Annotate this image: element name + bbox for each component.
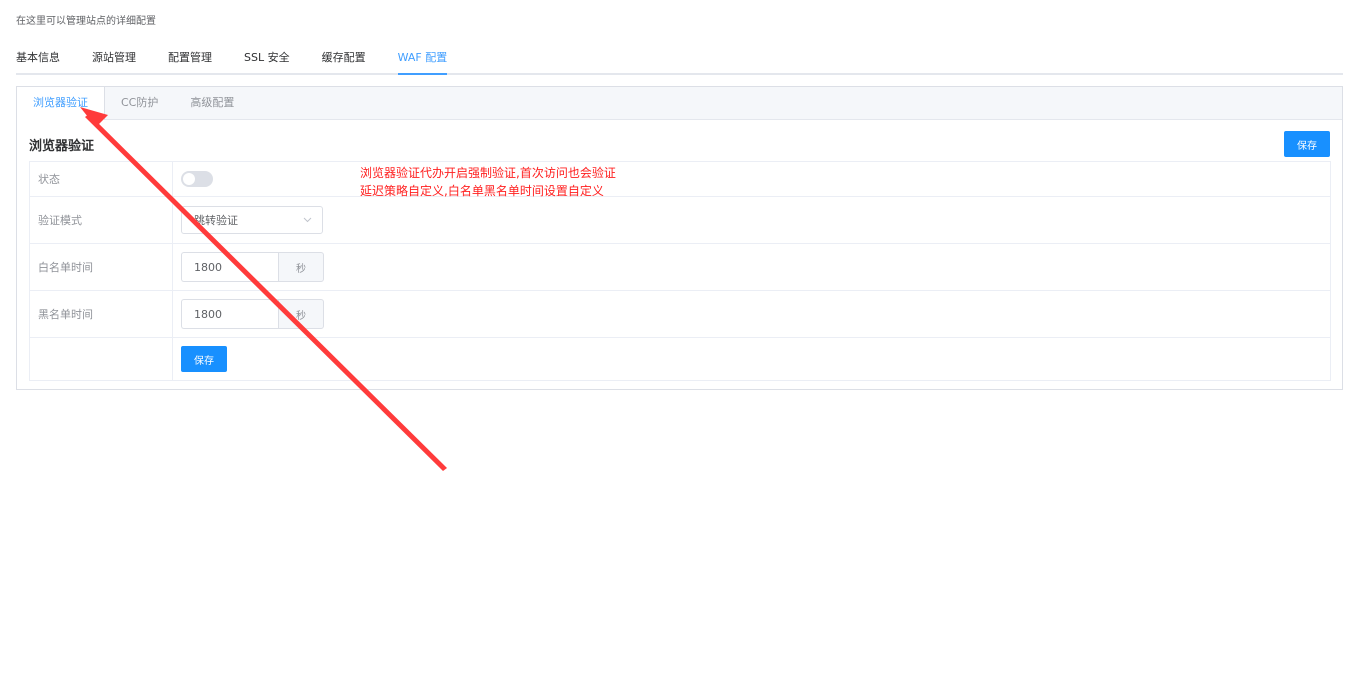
toggle-knob bbox=[183, 173, 195, 185]
form-row-blacklist: 黑名单时间 秒 bbox=[30, 291, 1330, 338]
form-row-mode: 验证模式 跳转验证 bbox=[30, 197, 1330, 244]
whitelist-time-input[interactable] bbox=[181, 252, 278, 282]
mode-select-value: 跳转验证 bbox=[194, 214, 238, 227]
page-subtitle: 在这里可以管理站点的详细配置 bbox=[16, 16, 156, 27]
tab-basic-info[interactable]: 基本信息 bbox=[16, 44, 60, 73]
mode-label: 验证模式 bbox=[30, 197, 173, 243]
blacklist-label: 黑名单时间 bbox=[30, 291, 173, 337]
mode-select[interactable]: 跳转验证 bbox=[181, 206, 323, 234]
whitelist-label: 白名单时间 bbox=[30, 244, 173, 290]
form-row-submit: 保存 bbox=[30, 338, 1330, 380]
sub-tab-advanced[interactable]: 高级配置 bbox=[174, 87, 250, 120]
config-tabs: 基本信息 源站管理 配置管理 SSL 安全 缓存配置 WAF 配置 bbox=[16, 44, 1343, 75]
status-label: 状态 bbox=[30, 162, 173, 196]
chevron-down-icon bbox=[303, 215, 312, 226]
empty-label bbox=[30, 338, 173, 380]
sub-tab-cc-protect[interactable]: CC防护 bbox=[105, 87, 174, 120]
blacklist-unit: 秒 bbox=[278, 299, 324, 329]
waf-sub-tabs: 浏览器验证 CC防护 高级配置 bbox=[16, 87, 1342, 120]
annotation-line-1: 浏览器验证代办开启强制验证,首次访问也会验证 bbox=[360, 166, 616, 180]
annotation-note: 浏览器验证代办开启强制验证,首次访问也会验证 延迟策略自定义,白名单黑名单时间设… bbox=[360, 164, 616, 200]
section-title: 浏览器验证 bbox=[29, 139, 95, 154]
waf-card: 浏览器验证 CC防护 高级配置 浏览器验证 保存 状态 验证模式 跳转验证 白名… bbox=[16, 86, 1343, 390]
tab-ssl[interactable]: SSL 安全 bbox=[244, 44, 290, 73]
tab-origin[interactable]: 源站管理 bbox=[92, 44, 136, 73]
save-button-top[interactable]: 保存 bbox=[1284, 131, 1330, 157]
blacklist-time-input[interactable] bbox=[181, 299, 278, 329]
whitelist-input-group: 秒 bbox=[181, 252, 324, 282]
tab-cache[interactable]: 缓存配置 bbox=[322, 44, 366, 73]
status-toggle[interactable] bbox=[181, 171, 213, 187]
tab-waf[interactable]: WAF 配置 bbox=[397, 44, 447, 75]
whitelist-unit: 秒 bbox=[278, 252, 324, 282]
save-button[interactable]: 保存 bbox=[181, 346, 227, 372]
form-row-whitelist: 白名单时间 秒 bbox=[30, 244, 1330, 291]
sub-tab-browser-verify[interactable]: 浏览器验证 bbox=[16, 87, 105, 120]
tab-config[interactable]: 配置管理 bbox=[168, 44, 212, 73]
annotation-line-2: 延迟策略自定义,白名单黑名单时间设置自定义 bbox=[360, 184, 604, 198]
blacklist-input-group: 秒 bbox=[181, 299, 324, 329]
form-row-status: 状态 bbox=[30, 162, 1330, 197]
browser-verify-form: 状态 验证模式 跳转验证 白名单时间 1800 秒 黑名单时间 1800 秒 保… bbox=[29, 161, 1331, 381]
